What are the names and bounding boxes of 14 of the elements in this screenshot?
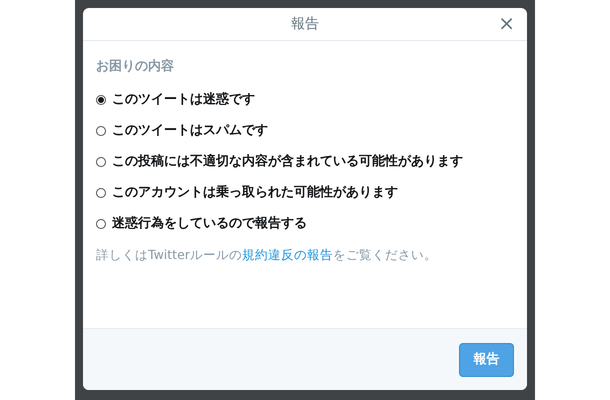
radio-button[interactable] (96, 94, 106, 104)
radio-button[interactable] (96, 156, 106, 166)
close-button[interactable]: × (496, 13, 517, 33)
option-label[interactable]: このツイートはスパムです (112, 120, 268, 140)
option-label[interactable]: この投稿には不適切な内容が含まれている可能性があります (112, 152, 463, 172)
option-label[interactable]: 迷惑行為をしているので報告する (112, 214, 307, 234)
dialog-title: 報告 (291, 14, 319, 34)
option-label[interactable]: このツイートは迷惑です (112, 90, 255, 110)
section-label: お困りの内容 (96, 58, 174, 76)
option-label[interactable]: このアカウントは乗っ取られた可能性があります (112, 182, 398, 202)
radio-button[interactable] (96, 126, 106, 136)
help-text: 詳しくはTwitterルールの規約違反の報告をご覧ください。 (96, 246, 438, 264)
radio-button[interactable] (96, 188, 106, 198)
radio-button[interactable] (96, 218, 106, 228)
